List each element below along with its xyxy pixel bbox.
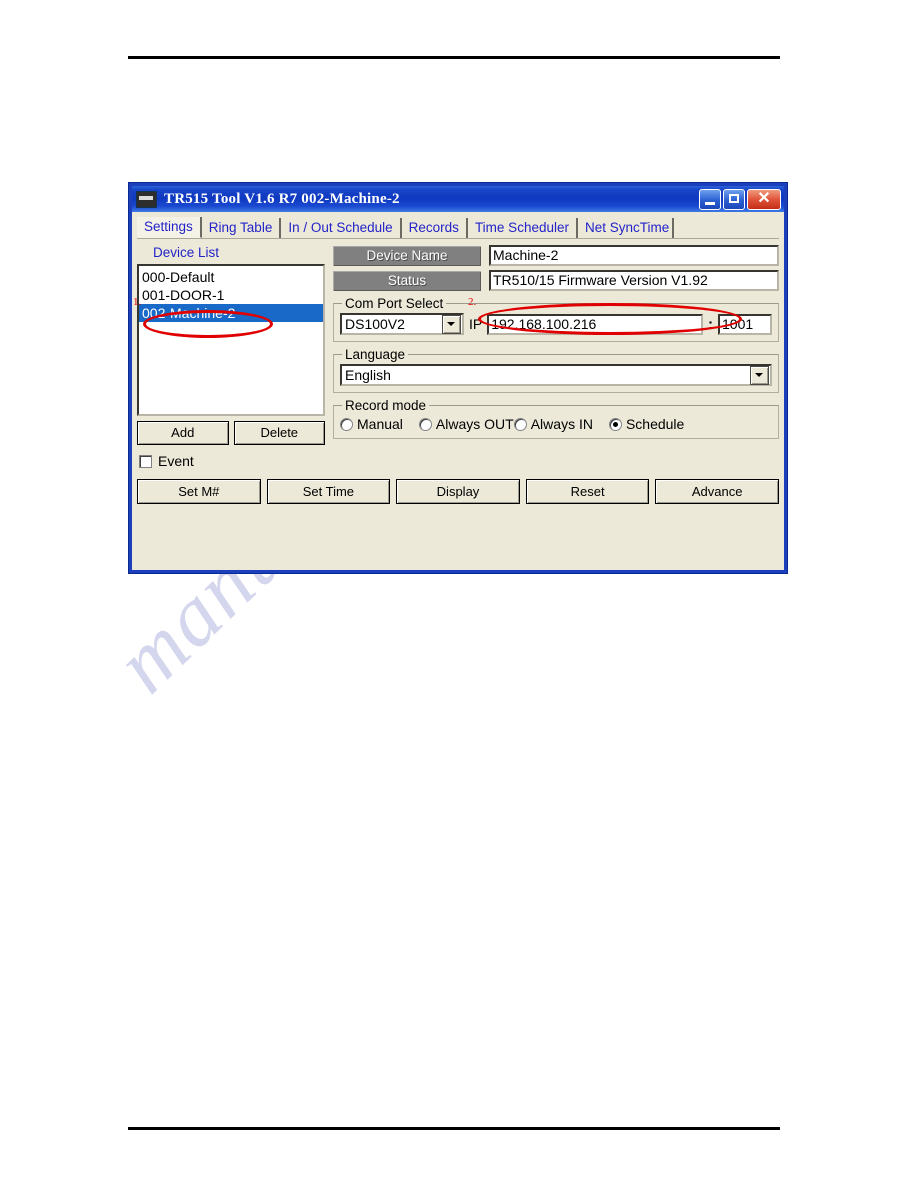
tab-time-scheduler[interactable]: Time Scheduler [468,218,578,238]
minimize-button[interactable] [699,188,721,210]
window-client-area: Settings Ring Table In / Out Schedule Re… [132,212,784,570]
radio-always-out-icon[interactable] [418,417,432,431]
radio-option-schedule[interactable]: Schedule [608,416,685,432]
window-titlebar[interactable]: TR515 Tool V1.6 R7 002-Machine-2 [132,186,784,212]
tab-settings[interactable]: Settings [137,217,202,238]
record-mode-options: Manual Always OUT Always IN Schedule [340,416,772,432]
tab-bar: Settings Ring Table In / Out Schedule Re… [137,216,779,239]
device-list-actions: Add Delete [137,421,325,445]
tab-in-out-schedule[interactable]: In / Out Schedule [281,218,402,238]
radio-option-always-in[interactable]: Always IN [513,416,593,432]
add-button[interactable]: Add [137,421,229,445]
action-button-bar: Set M# Set Time Display Reset Advance [137,479,779,504]
ip-address-input[interactable]: 192.168.100.216 [487,313,703,335]
port-separator: : [708,315,713,333]
close-button[interactable] [747,188,781,210]
chevron-down-icon[interactable] [442,314,461,334]
status-row: Status TR510/15 Firmware Version V1.92 [333,270,779,291]
record-mode-legend: Record mode [345,398,427,413]
window-title: TR515 Tool V1.6 R7 002-Machine-2 [164,190,400,207]
device-list-label: Device List [153,245,220,260]
device-name-input[interactable]: Machine-2 [489,245,779,266]
radio-always-in-label: Always IN [530,416,593,432]
com-port-legend: Com Port Select [345,296,444,311]
tab-records[interactable]: Records [402,218,468,238]
radio-always-in-icon[interactable] [513,417,527,431]
language-legend: Language [345,347,406,362]
application-window: TR515 Tool V1.6 R7 002-Machine-2 Setting… [128,182,788,574]
event-checkbox-row[interactable]: Event [137,453,325,469]
set-machine-number-button[interactable]: Set M# [137,479,261,504]
list-item[interactable]: 002-Machine-2 [139,304,323,322]
maximize-button[interactable] [723,188,745,210]
language-select[interactable]: English [340,364,772,386]
application-icon [136,190,157,208]
delete-button[interactable]: Delete [233,421,325,445]
radio-manual-label: Manual [357,416,403,432]
device-name-row: Device Name Machine-2 [333,245,779,266]
window-controls [699,188,782,210]
status-label[interactable]: Status [333,270,481,291]
set-time-button[interactable]: Set Time [266,479,391,504]
tab-net-synctime[interactable]: Net SyncTime [578,218,675,238]
record-mode-group: Record mode Manual Always OUT Always IN … [333,398,779,439]
page-header-rule [128,56,780,59]
annotation-number-1: 1. [133,296,142,308]
radio-schedule-icon[interactable] [608,417,622,431]
reset-button[interactable]: Reset [525,479,650,504]
com-port-row: DS100V2 IP 192.168.100.216 : 1001 [340,313,772,335]
event-label: Event [158,453,194,469]
com-port-value: DS100V2 [345,316,405,332]
ip-label: IP [469,316,483,332]
com-port-select[interactable]: DS100V2 [340,313,464,335]
list-item[interactable]: 000-Default [139,268,323,286]
settings-body: Device List 000-Default 001-DOOR-1 002-M… [137,245,779,469]
device-settings-panel: Device Name Machine-2 Status TR510/15 Fi… [333,245,779,469]
display-button[interactable]: Display [396,479,520,504]
language-group: Language English [333,347,779,393]
radio-option-always-out[interactable]: Always OUT [418,416,514,432]
device-name-label[interactable]: Device Name [333,245,481,266]
chevron-down-icon[interactable] [750,365,769,385]
device-list-panel: Device List 000-Default 001-DOOR-1 002-M… [137,245,325,469]
radio-schedule-label: Schedule [625,416,685,432]
port-number-input[interactable]: 1001 [718,313,772,335]
annotation-number-2: 2. [468,296,477,308]
radio-manual-icon[interactable] [340,417,353,431]
page-footer-rule [128,1127,780,1130]
radio-option-manual[interactable]: Manual [340,416,403,432]
tab-ring-table[interactable]: Ring Table [202,218,282,238]
event-checkbox[interactable] [139,454,152,468]
advance-button[interactable]: Advance [655,479,779,504]
language-value: English [345,367,391,383]
list-item[interactable]: 001-DOOR-1 [139,286,323,304]
radio-always-out-label: Always OUT [435,416,514,432]
status-value: TR510/15 Firmware Version V1.92 [489,270,779,291]
com-port-group: Com Port Select DS100V2 IP 192.168.100.2… [333,296,779,342]
device-listbox[interactable]: 000-Default 001-DOOR-1 002-Machine-2 [137,264,325,416]
